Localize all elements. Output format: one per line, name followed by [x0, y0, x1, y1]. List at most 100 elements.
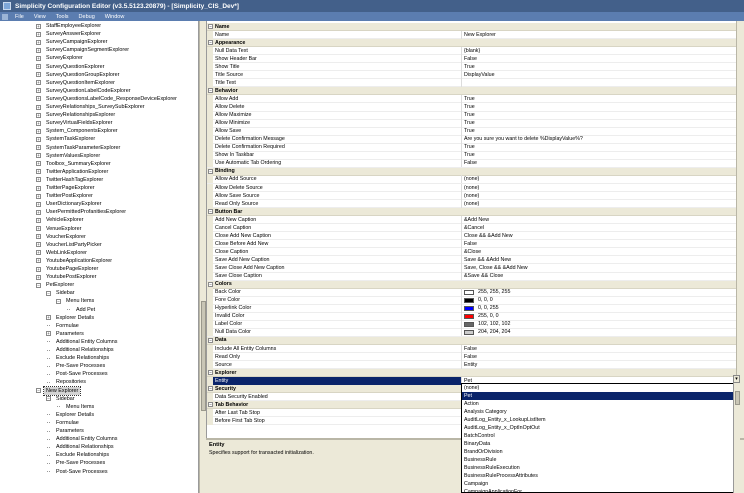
tree-node[interactable]: + SurveyCampaignExplorer [36, 38, 109, 46]
dropdown-option[interactable]: AuditLog_Entity_x_LookupListItem [462, 416, 739, 424]
property-value[interactable]: Entity [462, 361, 744, 369]
tree-node[interactable]: Explorer Details [46, 411, 96, 419]
collapse-icon[interactable]: − [208, 209, 213, 215]
dropdown-option[interactable]: BrandOrDivision [462, 448, 739, 456]
expand-icon[interactable]: + [46, 331, 51, 337]
tree-node[interactable]: + VoucherExplorer [36, 233, 88, 241]
entity-dropdown-list[interactable]: (none) Pet Action Analysis Category AuditLog… [461, 383, 740, 493]
property-value[interactable]: True [462, 127, 744, 135]
expand-icon[interactable]: + [36, 39, 41, 45]
collapse-icon[interactable]: − [208, 40, 213, 46]
tree-node[interactable]: + Explorer Details [46, 314, 96, 322]
expand-icon[interactable]: + [36, 72, 41, 78]
expand-icon[interactable]: + [36, 23, 41, 29]
expand-icon[interactable]: + [36, 47, 41, 53]
property-value[interactable]: &Close [462, 248, 744, 256]
property-row[interactable]: Use Automatic Tab Ordering False [207, 159, 744, 168]
tree-node[interactable]: + SurveyQuestionGroupExplorer [36, 71, 121, 79]
tree-node[interactable]: + SurveyQuestionExplorer [36, 63, 106, 71]
tree-node[interactable]: Additional Entity Columns [46, 338, 119, 346]
expand-icon[interactable]: + [36, 128, 41, 134]
tree-node[interactable]: Pre-Save Processes [46, 459, 107, 467]
expand-icon[interactable]: + [46, 315, 51, 321]
tree-node[interactable]: + System_ComponentsExplorer [36, 127, 120, 135]
property-value[interactable]: 255, 255, 255 [462, 288, 744, 296]
property-value[interactable]: True [462, 151, 744, 159]
dropdown-option[interactable]: BusinessRule [462, 456, 739, 464]
tree-node[interactable]: + SurveyExplorer [36, 54, 85, 62]
tree-node[interactable]: + SurveyRelationships_SurveySubExplorer [36, 103, 147, 111]
dropdown-scrollbar-thumb[interactable] [735, 391, 740, 405]
dropdown-option[interactable]: BinaryData [462, 440, 739, 448]
property-row[interactable]: Source Entity [207, 360, 744, 370]
tree-node[interactable]: + YoutubeApplicationExplorer [36, 257, 114, 265]
tree-node[interactable]: + StaffEmployeeExplorer [36, 22, 103, 30]
expand-icon[interactable]: + [36, 55, 41, 61]
tree-node[interactable]: Parameters [46, 427, 86, 435]
tree-node[interactable]: Formulae [46, 419, 81, 427]
tree-node[interactable]: Menu Items [56, 403, 96, 411]
tree-node[interactable]: + UserPermittedProfanitiesExplorer [36, 208, 128, 216]
collapse-icon[interactable]: − [46, 396, 51, 402]
property-value[interactable]: 255, 0, 0 [462, 312, 744, 320]
expand-icon[interactable]: + [36, 193, 41, 199]
tree-node[interactable]: + TwitterPageExplorer [36, 184, 97, 192]
tree-node[interactable]: + YoutubePageExplorer [36, 265, 100, 273]
property-value[interactable]: False [462, 240, 744, 248]
expand-icon[interactable]: + [36, 177, 41, 183]
collapse-icon[interactable]: − [56, 298, 61, 304]
tree-node[interactable]: − Sidebar [46, 395, 77, 403]
dropdown-option[interactable]: Campaign [462, 480, 739, 488]
tree-node[interactable]: Repositories [46, 378, 88, 386]
tree-node[interactable]: + TwitterApplicationExplorer [36, 168, 110, 176]
property-value[interactable] [462, 79, 744, 87]
expand-icon[interactable]: + [36, 242, 41, 248]
tree-node[interactable]: + SurveyQuestionItemExplorer [36, 79, 117, 87]
expand-icon[interactable]: + [36, 274, 41, 280]
document-icon[interactable] [2, 13, 8, 20]
tree-node[interactable]: Post-Save Processes [46, 468, 110, 476]
tree-node[interactable]: Exclude Relationships [46, 451, 111, 459]
expand-icon[interactable]: + [36, 201, 41, 207]
property-value[interactable]: (none) [462, 200, 744, 208]
property-value[interactable]: False [462, 55, 744, 63]
expand-icon[interactable]: + [36, 31, 41, 37]
property-value[interactable]: Save, Close && &Add New [462, 264, 744, 272]
tree-node[interactable]: Additional Relationships [46, 443, 116, 451]
property-value[interactable]: {blank} [462, 47, 744, 55]
collapse-icon[interactable]: − [208, 168, 213, 174]
property-value[interactable]: False [462, 353, 744, 361]
expand-icon[interactable]: + [36, 145, 41, 150]
tree-node[interactable]: + VoucherListPartyPicker [36, 241, 104, 249]
property-value[interactable]: New Explorer [462, 31, 744, 39]
property-value[interactable]: False [462, 345, 744, 353]
property-value[interactable]: True [462, 143, 744, 151]
property-row[interactable]: Name New Explorer [207, 30, 744, 40]
property-value[interactable]: 0, 0, 255 [462, 304, 744, 312]
expand-icon[interactable]: + [36, 226, 41, 231]
property-value[interactable]: 0, 0, 0 [462, 296, 744, 304]
property-value[interactable]: DisplayValue [462, 71, 744, 79]
property-row[interactable]: Title Text [207, 78, 744, 88]
property-value[interactable]: &Add New [462, 216, 744, 224]
tree-node[interactable]: Additional Entity Columns [46, 435, 119, 443]
property-value[interactable]: (none) [462, 175, 744, 183]
expand-icon[interactable]: + [36, 161, 41, 167]
tree-node[interactable]: + UserDictionaryExplorer [36, 200, 103, 208]
expand-icon[interactable]: + [36, 217, 41, 223]
tree-node[interactable]: − New Explorer [36, 385, 82, 396]
collapse-icon[interactable]: − [208, 88, 213, 94]
property-value[interactable]: 102, 102, 102 [462, 320, 744, 328]
dropdown-option[interactable]: BusinessRuleExecution [462, 464, 739, 472]
dropdown-option[interactable]: BusinessRuleProcessAttributes [462, 472, 739, 480]
menu-debug[interactable]: Debug [74, 14, 100, 20]
collapse-icon[interactable]: − [36, 388, 41, 393]
dropdown-option[interactable]: (none) [462, 384, 739, 392]
expand-icon[interactable]: + [36, 88, 41, 94]
expand-icon[interactable]: + [36, 250, 41, 256]
collapse-icon[interactable]: − [36, 282, 41, 288]
dropdown-option[interactable]: Pet [462, 392, 739, 400]
tree-node[interactable]: + SurveyVirtualFieldsExplorer [36, 119, 114, 127]
tree-node[interactable]: + SystemTaskExplorer [36, 135, 97, 143]
expand-icon[interactable]: + [36, 153, 41, 159]
